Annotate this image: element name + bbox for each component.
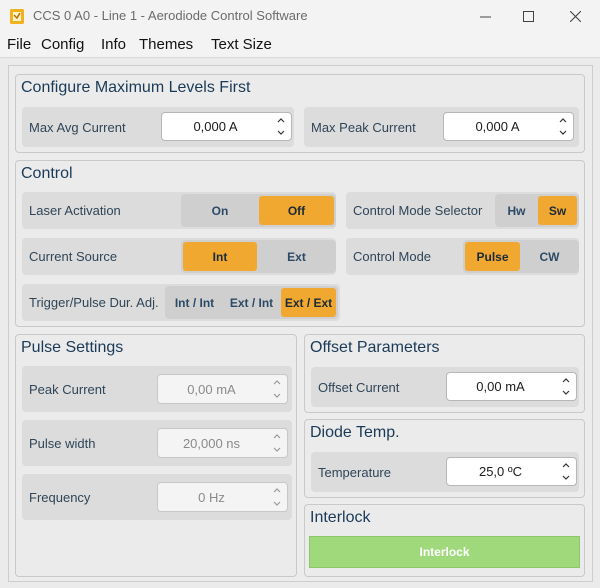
current-source-label: Current Source bbox=[29, 249, 118, 264]
chevron-up-icon[interactable] bbox=[560, 461, 572, 470]
current-source-toggle: Int Ext bbox=[181, 240, 336, 273]
offset-parameters-title: Offset Parameters bbox=[310, 339, 440, 356]
temperature-value: 25,0 ºC bbox=[478, 464, 523, 479]
pulse-settings-group: Pulse Settings Peak Current 0,00 mA Puls… bbox=[15, 334, 297, 577]
minimize-icon bbox=[479, 16, 491, 17]
current-source-row: Current Source Int Ext bbox=[22, 238, 336, 275]
frequency-label: Frequency bbox=[29, 489, 91, 505]
app-icon bbox=[10, 9, 24, 24]
frequency-spinbox[interactable]: 0 Hz bbox=[157, 482, 288, 512]
offset-parameters-group: Offset Parameters Offset Current 0,00 mA bbox=[304, 334, 585, 413]
offset-current-row: Offset Current 0,00 mA bbox=[311, 367, 579, 407]
trigger-row: Trigger/Pulse Dur. Adj. Int / Int Ext / … bbox=[22, 284, 340, 321]
temperature-spinbox[interactable]: 25,0 ºC bbox=[446, 457, 577, 486]
menu-config[interactable]: Config bbox=[41, 36, 84, 53]
pulse-button[interactable]: Pulse bbox=[465, 242, 520, 271]
max-avg-current-label: Max Avg Current bbox=[29, 119, 126, 135]
cw-button[interactable]: CW bbox=[522, 242, 577, 271]
control-mode-toggle: Pulse CW bbox=[463, 240, 579, 273]
max-levels-group: Configure Maximum Levels First Max Avg C… bbox=[15, 74, 585, 153]
chevron-up-icon[interactable] bbox=[271, 432, 283, 441]
temperature-label: Temperature bbox=[318, 464, 391, 480]
chevron-up-icon[interactable] bbox=[271, 486, 283, 495]
chevron-down-icon[interactable] bbox=[275, 128, 287, 137]
pulse-settings-title: Pulse Settings bbox=[21, 339, 124, 356]
pulse-width-row: Pulse width 20,000 ns bbox=[22, 420, 292, 466]
peak-current-label: Peak Current bbox=[29, 381, 106, 397]
laser-activation-row: Laser Activation On Off bbox=[22, 192, 336, 229]
control-mode-row: Control Mode Pulse CW bbox=[346, 238, 579, 275]
minimize-button[interactable] bbox=[462, 0, 508, 32]
offset-current-value: 0,00 mA bbox=[476, 379, 525, 394]
laser-activation-toggle: On Off bbox=[181, 194, 336, 227]
laser-off-button[interactable]: Off bbox=[259, 196, 334, 225]
laser-on-button[interactable]: On bbox=[183, 196, 257, 225]
close-icon bbox=[569, 10, 581, 22]
menu-text-size[interactable]: Text Size bbox=[211, 36, 272, 53]
diode-temp-title: Diode Temp. bbox=[310, 424, 400, 441]
chevron-up-icon[interactable] bbox=[271, 378, 283, 387]
control-mode-selector-toggle: Hw Sw bbox=[495, 194, 579, 227]
control-mode-label: Control Mode bbox=[353, 249, 432, 264]
menu-bar: File Config Info Themes Text Size bbox=[0, 32, 600, 58]
interlock-status-button[interactable]: Interlock bbox=[309, 536, 580, 568]
pulse-width-value: 20,000 ns bbox=[182, 435, 241, 451]
max-peak-current-label: Max Peak Current bbox=[311, 119, 416, 135]
max-peak-current-row: Max Peak Current 0,000 A bbox=[304, 107, 579, 147]
offset-current-spinbox[interactable]: 0,00 mA bbox=[446, 372, 577, 401]
chevron-down-icon[interactable] bbox=[271, 499, 283, 508]
chevron-down-icon[interactable] bbox=[271, 391, 283, 400]
sw-button[interactable]: Sw bbox=[538, 196, 577, 225]
peak-current-spinbox[interactable]: 0,00 mA bbox=[157, 374, 288, 404]
window-title: CCS 0 A0 - Line 1 - Aerodiode Control So… bbox=[33, 8, 308, 23]
frequency-value: 0 Hz bbox=[198, 489, 225, 505]
chevron-down-icon[interactable] bbox=[560, 473, 572, 482]
control-group: Control Laser Activation On Off Control … bbox=[15, 160, 585, 327]
menu-info[interactable]: Info bbox=[101, 36, 126, 53]
diode-temp-group: Diode Temp. Temperature 25,0 ºC bbox=[304, 419, 585, 498]
max-levels-title: Configure Maximum Levels First bbox=[21, 79, 251, 96]
trigger-int-int-button[interactable]: Int / Int bbox=[167, 288, 222, 317]
chevron-down-icon[interactable] bbox=[557, 128, 569, 137]
interlock-group: Interlock Interlock bbox=[304, 504, 585, 577]
hw-button[interactable]: Hw bbox=[497, 196, 536, 225]
control-mode-selector-row: Control Mode Selector Hw Sw bbox=[346, 192, 579, 229]
int-button[interactable]: Int bbox=[183, 242, 257, 271]
main-panel: Configure Maximum Levels First Max Avg C… bbox=[8, 65, 593, 582]
main-content: Configure Maximum Levels First Max Avg C… bbox=[0, 59, 600, 588]
pulse-width-label: Pulse width bbox=[29, 435, 96, 451]
control-mode-selector-label: Control Mode Selector bbox=[353, 203, 483, 218]
trigger-ext-int-button[interactable]: Ext / Int bbox=[224, 288, 279, 317]
close-button[interactable] bbox=[552, 0, 598, 32]
max-avg-current-row: Max Avg Current 0,000 A bbox=[22, 107, 294, 147]
maximize-button[interactable] bbox=[505, 0, 551, 32]
frequency-row: Frequency 0 Hz bbox=[22, 474, 292, 520]
title-bar: CCS 0 A0 - Line 1 - Aerodiode Control So… bbox=[0, 0, 600, 32]
max-avg-current-value: 0,000 A bbox=[193, 119, 238, 134]
menu-file[interactable]: File bbox=[7, 36, 31, 53]
trigger-toggle: Int / Int Ext / Int Ext / Ext bbox=[165, 286, 338, 319]
chevron-up-icon[interactable] bbox=[275, 116, 287, 125]
temperature-row: Temperature 25,0 ºC bbox=[311, 452, 579, 492]
maximize-icon bbox=[522, 10, 534, 22]
chevron-down-icon[interactable] bbox=[271, 445, 283, 454]
peak-current-value: 0,00 mA bbox=[187, 381, 236, 397]
offset-current-label: Offset Current bbox=[318, 379, 400, 395]
ext-button[interactable]: Ext bbox=[259, 242, 334, 271]
laser-activation-label: Laser Activation bbox=[29, 203, 121, 218]
max-peak-current-spinbox[interactable]: 0,000 A bbox=[443, 112, 574, 141]
pulse-width-spinbox[interactable]: 20,000 ns bbox=[157, 428, 288, 458]
max-avg-current-spinbox[interactable]: 0,000 A bbox=[161, 112, 292, 141]
chevron-up-icon[interactable] bbox=[557, 116, 569, 125]
chevron-up-icon[interactable] bbox=[560, 376, 572, 385]
menu-themes[interactable]: Themes bbox=[139, 36, 193, 53]
interlock-title: Interlock bbox=[310, 509, 371, 526]
peak-current-row: Peak Current 0,00 mA bbox=[22, 366, 292, 412]
max-peak-current-value: 0,000 A bbox=[475, 119, 520, 134]
chevron-down-icon[interactable] bbox=[560, 388, 572, 397]
control-title: Control bbox=[21, 165, 73, 182]
trigger-ext-ext-button[interactable]: Ext / Ext bbox=[281, 288, 336, 317]
trigger-label: Trigger/Pulse Dur. Adj. bbox=[29, 295, 159, 310]
